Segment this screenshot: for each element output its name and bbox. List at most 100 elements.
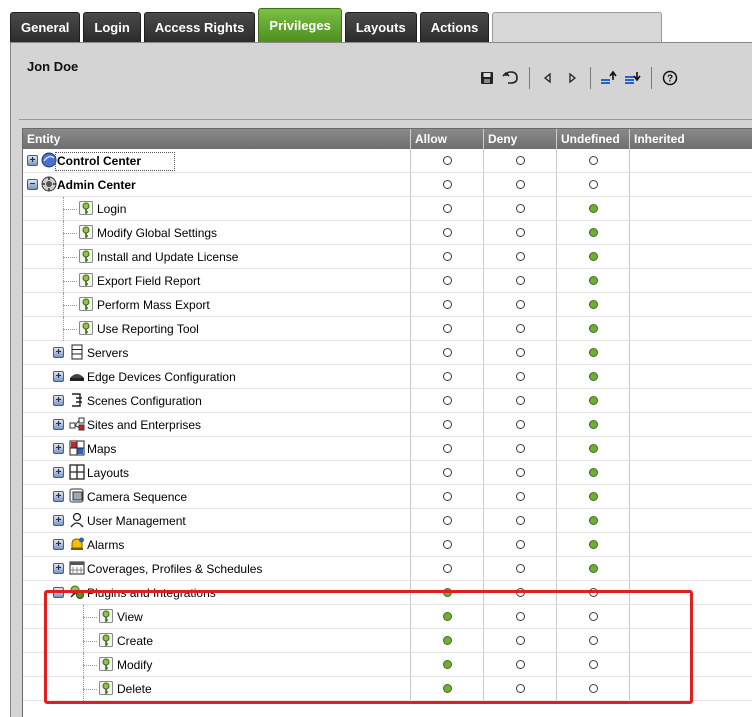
deny-radio[interactable] <box>515 612 525 621</box>
entity-label[interactable]: Camera Sequence <box>87 485 187 509</box>
undefined-radio[interactable] <box>588 276 598 285</box>
table-row[interactable]: Export Field Report <box>23 269 752 293</box>
deny-radio[interactable] <box>515 348 525 357</box>
collapse-icon[interactable]: − <box>27 179 38 190</box>
table-row[interactable]: + Coverages, Profiles & Schedules <box>23 557 752 581</box>
table-row[interactable]: + Control Center <box>23 149 752 173</box>
expand-icon[interactable]: + <box>53 467 64 478</box>
deny-radio[interactable] <box>515 444 525 453</box>
deny-radio[interactable] <box>515 204 525 213</box>
allow-radio[interactable] <box>442 372 452 381</box>
table-row[interactable]: + Alarms <box>23 533 752 557</box>
collapse-icon[interactable]: − <box>53 587 64 598</box>
allow-radio[interactable] <box>442 276 452 285</box>
entity-label[interactable]: Layouts <box>87 461 129 485</box>
table-row[interactable]: Delete <box>23 677 752 701</box>
entity-label[interactable]: Modify <box>117 653 152 677</box>
table-row[interactable]: Use Reporting Tool <box>23 317 752 341</box>
deny-radio[interactable] <box>515 252 525 261</box>
undo-icon[interactable] <box>499 66 523 90</box>
entity-label[interactable]: Login <box>97 197 126 221</box>
table-row[interactable]: View <box>23 605 752 629</box>
expand-icon[interactable]: + <box>53 419 64 430</box>
deny-radio[interactable] <box>515 588 525 597</box>
table-row[interactable]: Create <box>23 629 752 653</box>
expand-icon[interactable]: + <box>53 395 64 406</box>
undefined-radio[interactable] <box>588 180 598 189</box>
table-row[interactable]: − Admin Center <box>23 173 752 197</box>
tab-access-rights[interactable]: Access Rights <box>143 12 256 42</box>
undefined-radio[interactable] <box>588 348 598 357</box>
undefined-radio[interactable] <box>588 204 598 213</box>
table-row[interactable]: Login <box>23 197 752 221</box>
tab-layouts[interactable]: Layouts <box>344 12 417 42</box>
allow-radio[interactable] <box>442 588 452 597</box>
entity-label[interactable]: Export Field Report <box>97 269 200 293</box>
column-header-undefined[interactable]: Undefined <box>557 129 630 149</box>
entity-label[interactable]: Delete <box>117 677 152 701</box>
undefined-radio[interactable] <box>588 324 598 333</box>
entity-label[interactable]: Plugins and Integrations <box>87 581 216 605</box>
deny-radio[interactable] <box>515 300 525 309</box>
expand-icon[interactable]: + <box>53 563 64 574</box>
expand-icon[interactable]: + <box>53 371 64 382</box>
allow-radio[interactable] <box>442 444 452 453</box>
allow-radio[interactable] <box>442 156 452 165</box>
table-row[interactable]: Install and Update License <box>23 245 752 269</box>
entity-label[interactable]: Maps <box>87 437 116 461</box>
undefined-radio[interactable] <box>588 564 598 573</box>
undefined-radio[interactable] <box>588 420 598 429</box>
allow-radio[interactable] <box>442 516 452 525</box>
deny-radio[interactable] <box>515 468 525 477</box>
deny-radio[interactable] <box>515 540 525 549</box>
allow-radio[interactable] <box>442 564 452 573</box>
allow-radio[interactable] <box>442 492 452 501</box>
entity-label[interactable]: Scenes Configuration <box>87 389 202 413</box>
tab-actions[interactable]: Actions <box>419 12 490 42</box>
undefined-radio[interactable] <box>588 612 598 621</box>
deny-radio[interactable] <box>515 372 525 381</box>
deny-radio[interactable] <box>515 492 525 501</box>
table-row[interactable]: + Scenes Configuration <box>23 389 752 413</box>
undefined-radio[interactable] <box>588 684 598 693</box>
allow-radio[interactable] <box>442 684 452 693</box>
table-row[interactable]: + Camera Sequence <box>23 485 752 509</box>
expand-all-icon[interactable] <box>621 66 645 90</box>
table-row[interactable]: Modify Global Settings <box>23 221 752 245</box>
expand-icon[interactable]: + <box>27 155 38 166</box>
deny-radio[interactable] <box>515 516 525 525</box>
allow-radio[interactable] <box>442 420 452 429</box>
expand-icon[interactable]: + <box>53 539 64 550</box>
undefined-radio[interactable] <box>588 444 598 453</box>
entity-label[interactable]: Perform Mass Export <box>97 293 210 317</box>
undefined-radio[interactable] <box>588 156 598 165</box>
expand-icon[interactable]: + <box>53 491 64 502</box>
allow-radio[interactable] <box>442 228 452 237</box>
deny-radio[interactable] <box>515 324 525 333</box>
allow-radio[interactable] <box>442 300 452 309</box>
expand-icon[interactable]: + <box>53 515 64 526</box>
undefined-radio[interactable] <box>588 468 598 477</box>
entity-label[interactable]: Servers <box>87 341 128 365</box>
deny-radio[interactable] <box>515 636 525 645</box>
allow-radio[interactable] <box>442 180 452 189</box>
allow-radio[interactable] <box>442 396 452 405</box>
deny-radio[interactable] <box>515 156 525 165</box>
entity-label[interactable]: Install and Update License <box>97 245 238 269</box>
deny-radio[interactable] <box>515 564 525 573</box>
entity-label[interactable]: Coverages, Profiles & Schedules <box>87 557 262 581</box>
help-icon[interactable]: ? <box>658 66 682 90</box>
allow-radio[interactable] <box>442 636 452 645</box>
tab-login[interactable]: Login <box>83 12 141 42</box>
column-header-allow[interactable]: Allow <box>411 129 484 149</box>
deny-radio[interactable] <box>515 684 525 693</box>
undefined-radio[interactable] <box>588 636 598 645</box>
undefined-radio[interactable] <box>588 372 598 381</box>
expand-icon[interactable]: + <box>53 347 64 358</box>
entity-label[interactable]: Use Reporting Tool <box>97 317 199 341</box>
table-row[interactable]: + User Management <box>23 509 752 533</box>
deny-radio[interactable] <box>515 180 525 189</box>
deny-radio[interactable] <box>515 276 525 285</box>
table-row[interactable]: + Layouts <box>23 461 752 485</box>
entity-label[interactable]: View <box>117 605 143 629</box>
